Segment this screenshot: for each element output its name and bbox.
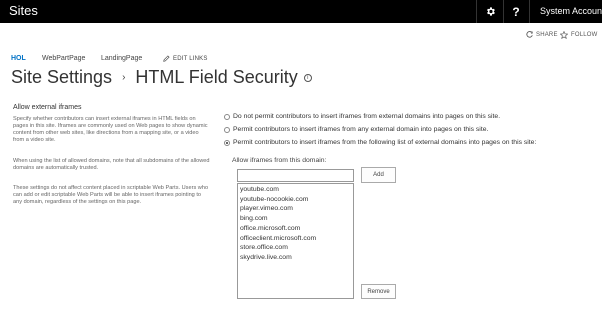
help-button[interactable]: ?	[506, 0, 526, 23]
suite-divider	[529, 0, 530, 23]
nav-item-webpartpage[interactable]: WebPartPage	[42, 55, 85, 62]
radio-button-selected[interactable]	[224, 139, 230, 146]
option-label: Do not permit contributors to insert ifr…	[233, 113, 501, 120]
follow-button[interactable]: FOLLOW	[560, 31, 598, 39]
allow-domain-label: Allow iframes from this domain:	[232, 157, 327, 164]
list-item[interactable]: youtube-nocookie.com	[240, 195, 351, 205]
page-title-text: HTML Field Security	[135, 67, 298, 87]
nav-item-hol[interactable]: HOL	[11, 55, 26, 62]
remove-button[interactable]: Remove	[361, 284, 396, 299]
list-item[interactable]: office.microsoft.com	[240, 224, 351, 234]
list-item[interactable]: bing.com	[240, 214, 351, 224]
edit-links-button[interactable]: EDIT LINKS	[163, 55, 208, 62]
option-label: Permit contributors to insert iframes fr…	[233, 139, 537, 146]
list-item[interactable]: officeclient.microsoft.com	[240, 234, 351, 244]
option-allow-any[interactable]: Permit contributors to insert iframes fr…	[224, 126, 488, 133]
subdomain-note: When using the list of allowed domains, …	[13, 158, 210, 171]
settings-gear-button[interactable]	[479, 0, 501, 23]
list-item[interactable]: store.office.com	[240, 243, 351, 253]
suite-title[interactable]: Sites	[9, 3, 38, 18]
edit-links-label: EDIT LINKS	[173, 55, 208, 62]
page-title: Site Settings › HTML Field Security i	[11, 67, 312, 88]
share-icon	[526, 31, 533, 38]
nav-item-landingpage[interactable]: LandingPage	[101, 55, 142, 62]
star-icon	[560, 31, 568, 39]
suite-divider	[476, 0, 477, 23]
option-deny-all[interactable]: Do not permit contributors to insert ifr…	[224, 113, 500, 120]
section-description: Specify whether contributors can insert …	[13, 116, 208, 143]
suite-bar: Sites ? System Account	[0, 0, 602, 23]
option-allow-list[interactable]: Permit contributors to insert iframes fr…	[224, 139, 536, 146]
section-title: Allow external iframes	[13, 104, 82, 111]
list-item[interactable]: skydrive.live.com	[240, 253, 351, 263]
suite-divider	[503, 0, 504, 23]
radio-button[interactable]	[224, 126, 230, 133]
gear-icon	[486, 7, 495, 16]
user-menu[interactable]: System Account	[540, 6, 602, 16]
share-button[interactable]: SHARE	[526, 31, 558, 38]
help-icon: ?	[512, 4, 520, 19]
info-icon[interactable]: i	[303, 73, 312, 82]
radio-button[interactable]	[224, 113, 230, 120]
breadcrumb-separator: ›	[122, 72, 126, 83]
list-item[interactable]: youtube.com	[240, 185, 351, 195]
breadcrumb-site-settings[interactable]: Site Settings	[11, 67, 112, 88]
share-label: SHARE	[536, 31, 558, 38]
follow-label: FOLLOW	[571, 32, 598, 38]
option-label: Permit contributors to insert iframes fr…	[233, 126, 489, 133]
add-button[interactable]: Add	[361, 167, 396, 183]
list-item[interactable]: player.vimeo.com	[240, 204, 351, 214]
domain-list[interactable]: youtube.com youtube-nocookie.com player.…	[237, 183, 354, 299]
pencil-icon	[163, 55, 170, 62]
domain-input[interactable]	[237, 169, 354, 182]
scriptable-webparts-note: These settings do not affect content pla…	[13, 185, 209, 205]
